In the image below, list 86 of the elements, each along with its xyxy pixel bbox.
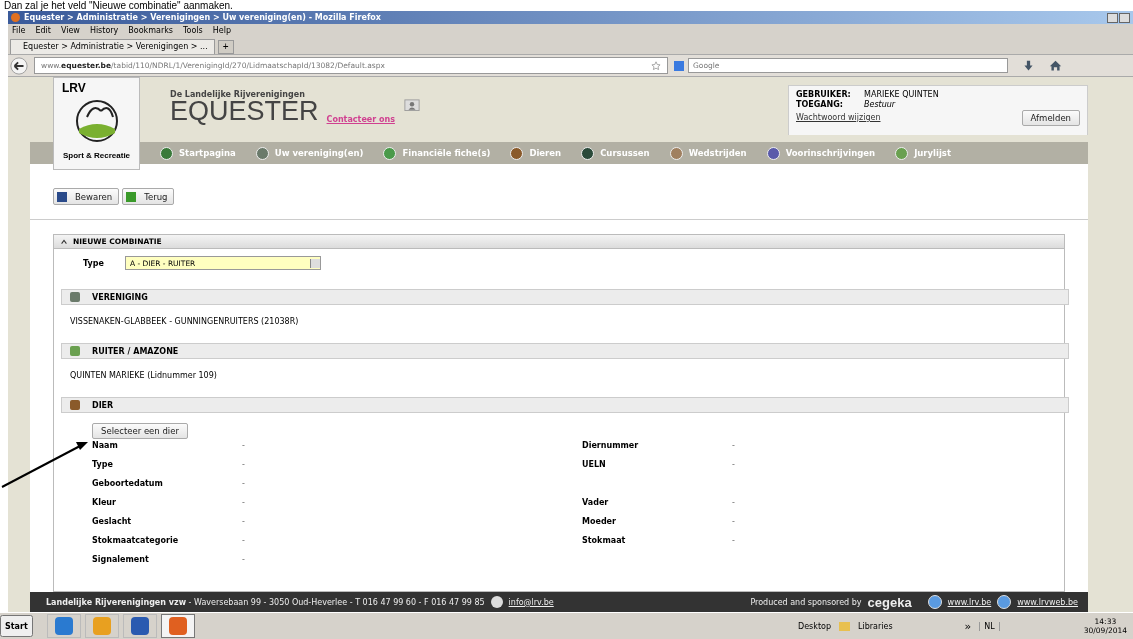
menu-item[interactable]: History	[89, 26, 119, 35]
window-title: Equester > Administratie > Verenigingen > Uw vereniging(en) - Mozilla Firefox	[24, 13, 383, 22]
sponsor-logo[interactable]: cegeka	[867, 594, 912, 610]
taskbar-app[interactable]	[122, 614, 157, 638]
site-title: EQUESTER	[170, 99, 319, 124]
star-icon[interactable]	[651, 60, 661, 71]
field-label: Stokmaat	[582, 536, 626, 545]
back-icon[interactable]	[10, 56, 28, 75]
field-label: Vader	[582, 498, 609, 507]
section-icon	[70, 346, 80, 356]
section-text: QUINTEN MARIEKE (Lidnummer 109)	[69, 370, 218, 382]
caret-icon[interactable]	[60, 237, 68, 246]
section-title: RUITER / AMAZONE	[92, 346, 179, 356]
nav-icon	[669, 146, 683, 160]
site-subtitle: De Landelijke Rijverenigingen	[170, 90, 306, 99]
field-label: Signalement	[92, 554, 150, 566]
section-title: VERENIGING	[92, 292, 148, 302]
field-value: -	[242, 554, 246, 566]
user-label: GEBRUIKER:	[796, 90, 852, 100]
browser-icon	[11, 13, 20, 22]
desktop-toolbar[interactable]: Desktop	[794, 621, 835, 631]
nav-icon	[581, 146, 595, 160]
field-label: Naam	[92, 440, 119, 452]
type-label: Type	[83, 258, 104, 268]
menu-item[interactable]: Tools	[183, 26, 203, 35]
taskbar-app[interactable]	[160, 614, 195, 638]
field-label: Kleur	[92, 497, 117, 509]
website-link[interactable]: www.lrv.be	[947, 597, 992, 607]
access-label: TOEGANG:	[796, 100, 844, 110]
browser-tab[interactable]: Equester > Administratie > Verenigingen > ...	[10, 39, 215, 54]
field-label: Geboortedatum	[92, 478, 164, 490]
field-value: -	[242, 516, 246, 528]
website-link[interactable]: www.lrvweb.be	[1017, 597, 1078, 607]
save-button[interactable]: Bewaren	[53, 188, 120, 205]
sponsor-text: Produced and sponsored by	[750, 597, 862, 607]
footer-address: Landelijke Rijverenigingen vzw - Waversebaan 99 - 3050 Oud-Heverlee - T 016 47 99 60 - F 016 47 99 85	[46, 597, 485, 607]
back-button[interactable]: Terug	[122, 188, 175, 205]
start-button[interactable]: Start	[0, 615, 33, 637]
field-value: -	[732, 441, 735, 450]
menu-item[interactable]: Bookmarks	[128, 26, 174, 35]
menu-item[interactable]: View	[60, 26, 80, 35]
field-value: -	[242, 478, 246, 490]
toolbar-overflow[interactable]: »	[960, 619, 976, 633]
logout-button[interactable]: Afmelden	[1021, 110, 1080, 126]
folder-icon	[839, 621, 850, 631]
field-label: Type	[92, 459, 114, 471]
nav-icon	[255, 146, 269, 160]
field-value: -	[242, 497, 246, 509]
nav-icon	[383, 146, 397, 160]
email-link[interactable]: info@lrv.be	[508, 597, 554, 607]
user-name: MARIEKE QUINTEN	[864, 90, 939, 100]
field-value: -	[732, 498, 735, 507]
section-icon	[70, 292, 80, 302]
section-title: DIER	[92, 400, 114, 410]
search-engine-icon[interactable]	[674, 60, 684, 71]
field-value: -	[732, 460, 735, 469]
field-value: -	[242, 459, 246, 471]
download-icon[interactable]	[1022, 59, 1035, 72]
caption-text: Dan zal je het veld "Nieuwe combinatie" aanmaken.	[3, 0, 234, 11]
access-value: Bestuur	[864, 100, 896, 110]
field-label: Diernummer	[582, 441, 639, 450]
home-icon[interactable]	[1049, 59, 1062, 72]
field-value: -	[732, 536, 735, 545]
field-value: -	[242, 440, 246, 452]
section-icon	[70, 400, 80, 410]
logo[interactable]: LRV Sport & Recreatie	[53, 77, 140, 170]
section-text: VISSENAKEN-GLABBEEK - GUNNINGENRUITERS (21038R)	[69, 316, 300, 328]
field-label: Stokmaatcategorie	[92, 535, 180, 547]
libraries-toolbar[interactable]: Libraries	[854, 621, 897, 631]
change-password-link[interactable]: Wachtwoord wijzigen	[796, 113, 881, 123]
field-value: -	[242, 535, 246, 547]
menu-item[interactable]: Help	[212, 26, 231, 35]
nav-icon	[510, 146, 524, 160]
taskbar-app[interactable]	[46, 614, 81, 638]
menu-item[interactable]: File	[12, 26, 26, 35]
nav-icon	[766, 146, 780, 160]
nav-icon	[895, 146, 909, 160]
field-label: Geslacht	[92, 516, 133, 528]
field-value: -	[732, 517, 735, 526]
language-indicator[interactable]: NL	[979, 621, 1000, 631]
select-animal-button[interactable]: Selecteer een dier	[92, 423, 188, 439]
field-label: UELN	[582, 460, 606, 469]
new-tab-button[interactable]: +	[217, 40, 234, 54]
nav-icon	[160, 146, 173, 160]
menu-item[interactable]: Edit	[35, 26, 51, 35]
field-label: Moeder	[582, 517, 616, 526]
